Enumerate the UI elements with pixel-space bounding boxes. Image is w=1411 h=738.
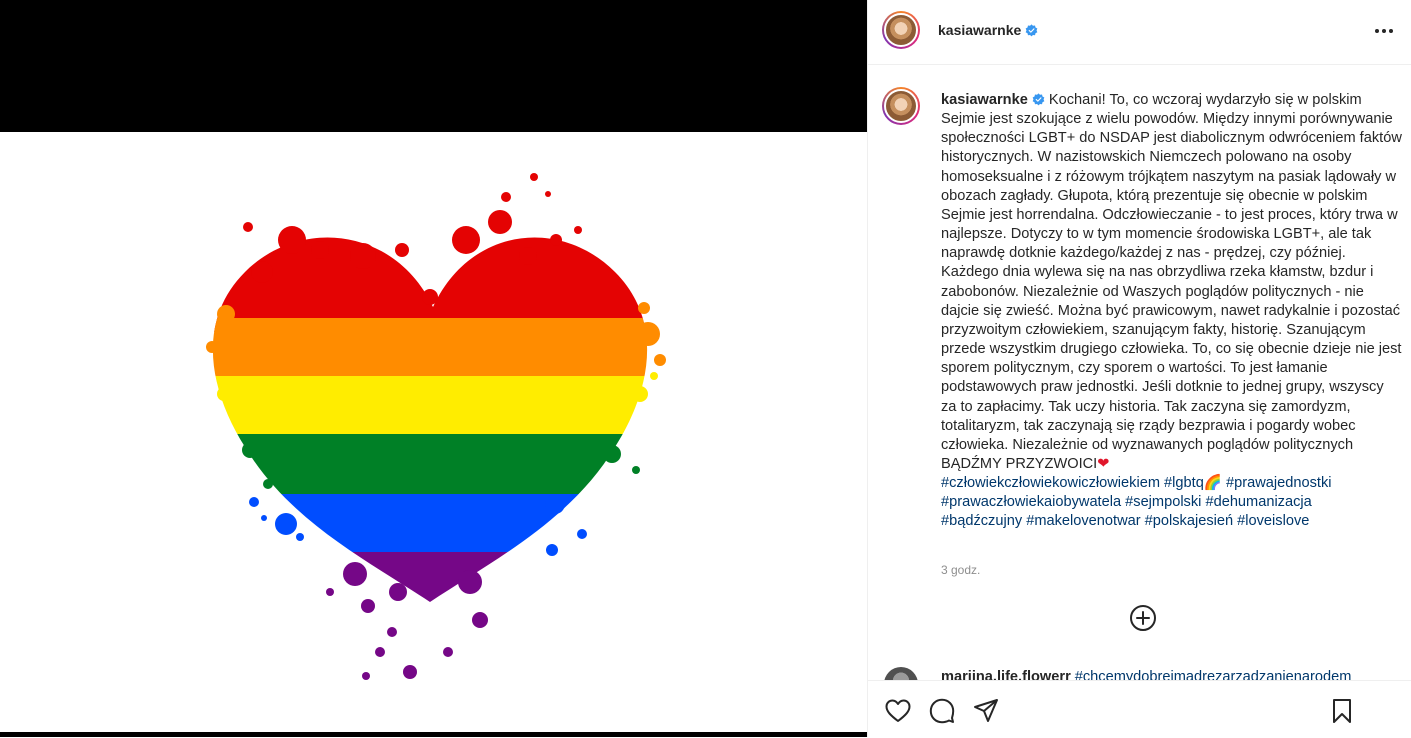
paint-splatter xyxy=(242,442,258,458)
paint-splatter xyxy=(501,192,511,202)
paint-splatter xyxy=(422,289,438,305)
paint-splatter xyxy=(361,599,375,613)
paint-splatter xyxy=(249,497,259,507)
hashtag-link[interactable]: #lgbtq🌈 xyxy=(1164,475,1222,491)
paint-splatter xyxy=(296,533,304,541)
paint-splatter xyxy=(519,247,537,265)
post-timestamp[interactable]: 3 godz. xyxy=(941,563,980,577)
paint-splatter xyxy=(251,261,273,283)
paint-splatter xyxy=(243,222,253,232)
paint-splatter xyxy=(472,612,488,628)
caption-hashtags: #człowiekczłowiekowiczłowiekiem #lgbtq🌈 … xyxy=(941,474,1403,531)
hashtag-link[interactable]: #makelovenotwar xyxy=(1026,513,1140,529)
comment-item: marijna.life.flowerr #chcemydobrejmadreza… xyxy=(868,663,1411,680)
paint-splatter xyxy=(311,241,329,259)
more-options-icon[interactable] xyxy=(1373,22,1395,40)
paint-splatter xyxy=(350,243,376,269)
paint-splatter xyxy=(278,226,306,254)
post-actions xyxy=(868,680,1411,738)
paint-splatter xyxy=(343,562,367,586)
paint-splatter xyxy=(403,665,417,679)
paint-splatter xyxy=(443,647,453,657)
verified-badge-icon xyxy=(1032,93,1045,106)
paint-splatter xyxy=(375,647,385,657)
paint-splatter xyxy=(206,341,218,353)
paint-splatter xyxy=(389,583,407,601)
hashtag-link[interactable]: #bądźczujny xyxy=(941,513,1022,529)
post-media xyxy=(0,0,867,737)
author-username[interactable]: kasiawarnke xyxy=(938,22,1038,38)
paint-splatter xyxy=(577,529,587,539)
hashtag-link[interactable]: #dehumanizacja xyxy=(1205,494,1311,510)
hashtag-link[interactable]: #polskajesień xyxy=(1145,513,1233,529)
paint-splatter xyxy=(603,445,621,463)
hashtag-link[interactable]: #prawajednostki xyxy=(1226,475,1331,491)
paint-splatter xyxy=(452,226,480,254)
hashtag-link[interactable]: #sejmpolski xyxy=(1125,494,1201,510)
heart-icon[interactable] xyxy=(884,697,912,725)
comments-area[interactable]: kasiawarnke Kochani! To, co wczoraj wyda… xyxy=(868,65,1411,680)
commenter-avatar[interactable] xyxy=(884,667,918,680)
author-username-text[interactable]: kasiawarnke xyxy=(938,22,1021,38)
paint-splatter xyxy=(636,322,660,346)
paint-splatter xyxy=(217,387,231,401)
comment-icon[interactable] xyxy=(928,697,956,725)
send-icon[interactable] xyxy=(972,697,1000,725)
paint-splatter xyxy=(632,386,648,402)
comment-text: marijna.life.flowerr #chcemydobrejmadreza… xyxy=(941,669,1351,680)
paint-splatter xyxy=(488,210,512,234)
bookmark-icon[interactable] xyxy=(1328,697,1356,725)
paint-splatter xyxy=(395,243,409,257)
paint-splatter xyxy=(458,570,482,594)
paint-splatter xyxy=(275,513,297,535)
paint-splatter xyxy=(638,302,650,314)
caption-username[interactable]: kasiawarnke xyxy=(941,92,1045,108)
paint-splatter xyxy=(530,173,538,181)
hashtag-link[interactable]: #loveislove xyxy=(1237,513,1309,529)
hashtag-line: #człowiekczłowiekowiczłowiekiem #lgbtq🌈 … xyxy=(941,474,1403,493)
paint-splatter xyxy=(362,672,370,680)
caption-author-avatar[interactable] xyxy=(882,87,920,125)
verified-badge-icon xyxy=(1025,24,1038,37)
paint-splatter xyxy=(545,494,565,514)
comment-hashtag[interactable]: #chcemydobrejmadrezarzadzanienarodem xyxy=(1075,669,1352,680)
rainbow-heart-image xyxy=(0,132,867,732)
hashtag-link[interactable]: #prawaczłowiekaiobywatela xyxy=(941,494,1121,510)
commenter-username[interactable]: marijna.life.flowerr xyxy=(941,669,1071,680)
paint-splatter xyxy=(654,354,666,366)
rainbow-heart-graphic xyxy=(206,173,666,680)
paint-splatter xyxy=(574,226,582,234)
paint-splatter xyxy=(545,191,551,197)
caption-text: Kochani! To, co wczoraj wydarzyło się w … xyxy=(941,92,1406,472)
paint-splatter xyxy=(326,588,334,596)
paint-splatter xyxy=(261,515,267,521)
hashtag-line: #bądźczujny #makelovenotwar #polskajesie… xyxy=(941,512,1403,531)
red-heart-emoji: ❤ xyxy=(1097,455,1110,472)
paint-splatter xyxy=(263,479,273,489)
paint-splatter xyxy=(632,466,640,474)
paint-splatter xyxy=(217,305,235,323)
post-header: kasiawarnke xyxy=(868,0,1411,65)
hashtag-line: #prawaczłowiekaiobywatela #sejmpolski #d… xyxy=(941,493,1403,512)
hashtag-link[interactable]: #człowiekczłowiekowiczłowiekiem xyxy=(941,475,1160,491)
paint-splatter xyxy=(387,627,397,637)
paint-splatter xyxy=(550,234,562,246)
add-circle-icon[interactable] xyxy=(1129,604,1157,632)
paint-splatter xyxy=(546,544,558,556)
post-sidebar: kasiawarnke kasiawarnke Kochani! To, co … xyxy=(867,0,1411,737)
post-caption: kasiawarnke Kochani! To, co wczoraj wyda… xyxy=(941,91,1403,532)
author-avatar[interactable] xyxy=(882,11,920,49)
paint-splatter xyxy=(650,372,658,380)
